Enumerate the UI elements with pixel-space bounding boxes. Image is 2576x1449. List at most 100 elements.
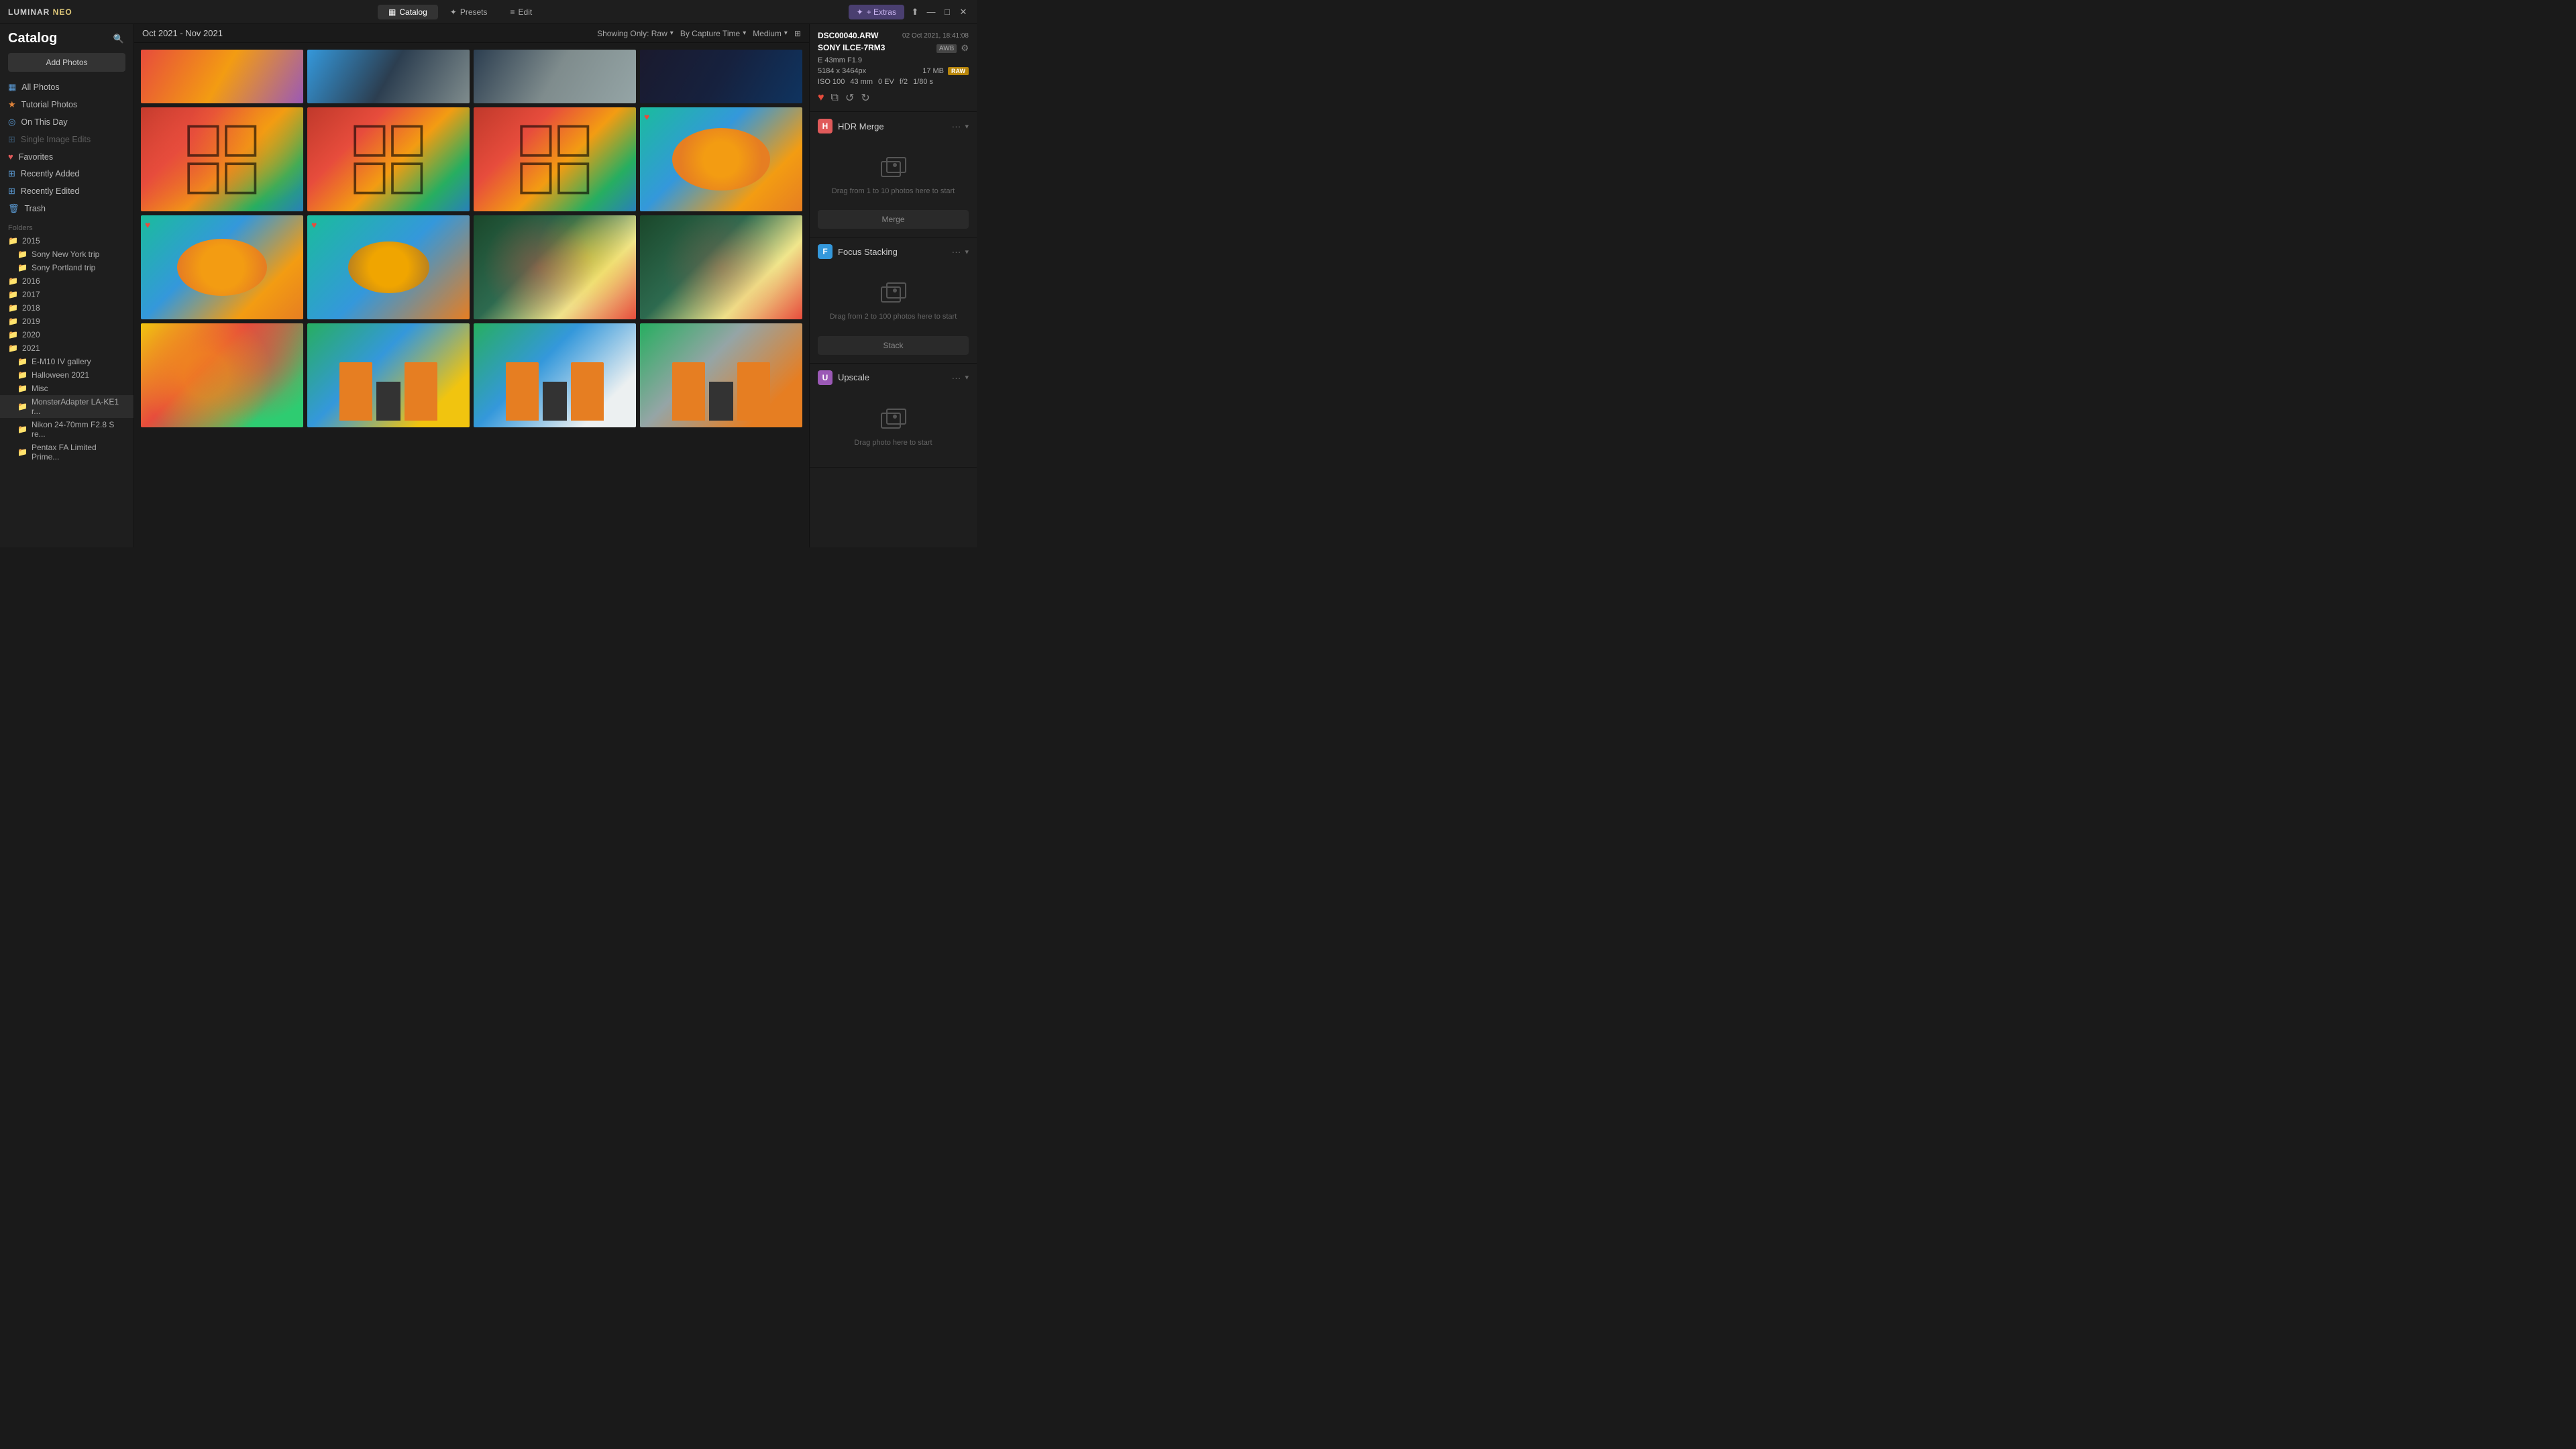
hdr-merge-header[interactable]: H HDR Merge ··· ▾ bbox=[810, 112, 977, 140]
sidebar-item-recently-added[interactable]: ⊞ Recently Added bbox=[0, 165, 133, 182]
showing-filter[interactable]: Showing Only: Raw ▾ bbox=[597, 29, 674, 38]
focus-stacking-name: Focus Stacking bbox=[838, 247, 946, 257]
photo-cell[interactable] bbox=[141, 323, 303, 427]
photo-cell[interactable] bbox=[307, 107, 470, 211]
folder-nikon[interactable]: 📁 Nikon 24-70mm F2.8 S re... bbox=[0, 418, 133, 441]
upscale-drop-zone[interactable]: Drag photo here to start bbox=[818, 397, 969, 459]
photo-cell[interactable]: ♥ bbox=[307, 215, 470, 319]
folder-2020[interactable]: 📁 2020 bbox=[0, 328, 133, 341]
folder-icon: 📁 bbox=[8, 317, 18, 326]
photo-cell[interactable]: ♥ bbox=[141, 215, 303, 319]
folder-2016[interactable]: 📁 2016 bbox=[0, 274, 133, 288]
upscale-ellipsis-icon[interactable]: ··· bbox=[951, 372, 961, 383]
folder-2021[interactable]: 📁 2021 bbox=[0, 341, 133, 355]
maximize-button[interactable]: □ bbox=[942, 7, 953, 17]
sidebar-item-tutorial-photos[interactable]: ★ Tutorial Photos bbox=[0, 96, 133, 113]
focus-ellipsis-icon[interactable]: ··· bbox=[951, 246, 961, 257]
photo-cell[interactable] bbox=[474, 50, 636, 103]
folder-em10[interactable]: 📁 E-M10 IV gallery bbox=[0, 355, 133, 368]
photo-cell[interactable] bbox=[474, 323, 636, 427]
recently-added-label: Recently Added bbox=[21, 169, 80, 178]
folder-sony-portland[interactable]: 📁 Sony Portland trip bbox=[0, 261, 133, 274]
size-chevron-icon: ▾ bbox=[784, 30, 788, 37]
folder-2019[interactable]: 📁 2019 bbox=[0, 315, 133, 328]
nav-presets[interactable]: ✦ Presets bbox=[439, 5, 498, 19]
folder-pentax[interactable]: 📁 Pentax FA Limited Prime... bbox=[0, 441, 133, 464]
presets-icon: ✦ bbox=[450, 7, 457, 17]
layout-toggle[interactable]: ⊞ bbox=[794, 29, 801, 38]
photo-cell[interactable] bbox=[307, 323, 470, 427]
focus-stacking-body: Drag from 2 to 100 photos here to start … bbox=[810, 266, 977, 362]
upscale-chevron-icon[interactable]: ▾ bbox=[965, 373, 969, 382]
folder-2017[interactable]: 📁 2017 bbox=[0, 288, 133, 301]
folder-icon: 📁 bbox=[8, 236, 18, 246]
edit-icon: ≡ bbox=[511, 7, 515, 17]
folder-icon: 📁 bbox=[17, 263, 28, 272]
focus-chevron-icon[interactable]: ▾ bbox=[965, 248, 969, 256]
photo-cell[interactable] bbox=[640, 323, 802, 427]
folder-monster-adapter[interactable]: 📁 MonsterAdapter LA-KE1 r... bbox=[0, 395, 133, 418]
folder-2018[interactable]: 📁 2018 bbox=[0, 301, 133, 315]
upscale-header[interactable]: U Upscale ··· ▾ bbox=[810, 364, 977, 392]
camera-settings-icon[interactable]: ⚙ bbox=[961, 43, 969, 54]
nav-edit[interactable]: ≡ Edit bbox=[500, 5, 543, 19]
plus-icon: ✦ bbox=[857, 7, 863, 17]
hdr-chevron-icon[interactable]: ▾ bbox=[965, 122, 969, 131]
nav-presets-label: Presets bbox=[460, 7, 488, 17]
content-area: Oct 2021 - Nov 2021 Showing Only: Raw ▾ … bbox=[134, 24, 809, 547]
focus-stacking-header[interactable]: F Focus Stacking ··· ▾ bbox=[810, 237, 977, 266]
sidebar-item-all-photos[interactable]: ▦ All Photos bbox=[0, 78, 133, 96]
folder-2015[interactable]: 📁 2015 bbox=[0, 234, 133, 248]
hdr-ellipsis-icon[interactable]: ··· bbox=[951, 121, 961, 131]
folder-sony-new-york[interactable]: 📁 Sony New York trip bbox=[0, 248, 133, 261]
hdr-merge-button[interactable]: Merge bbox=[818, 210, 969, 229]
folders-section-label: Folders bbox=[0, 217, 133, 234]
favorite-toggle[interactable]: ♥ bbox=[818, 92, 824, 104]
date-range: Oct 2021 - Nov 2021 bbox=[142, 28, 223, 38]
photo-cell[interactable] bbox=[307, 50, 470, 103]
folder-icon: 📁 bbox=[8, 290, 18, 299]
focus-stack-button[interactable]: Stack bbox=[818, 336, 969, 355]
close-button[interactable]: ✕ bbox=[958, 7, 969, 17]
photo-cell[interactable] bbox=[474, 215, 636, 319]
awb-badge: AWB bbox=[936, 44, 957, 53]
on-this-day-icon: ◎ bbox=[8, 117, 15, 127]
photo-cell[interactable]: ♥ bbox=[640, 107, 802, 211]
folder-2017-label: 2017 bbox=[22, 290, 40, 299]
folder-icon: 📁 bbox=[17, 447, 28, 457]
share-button[interactable]: ⬆ bbox=[910, 7, 920, 17]
photo-cell[interactable] bbox=[474, 107, 636, 211]
folder-misc[interactable]: 📁 Misc bbox=[0, 382, 133, 395]
ev: 0 EV bbox=[878, 78, 894, 86]
sidebar-item-trash[interactable]: 🗑 Trash bbox=[0, 200, 133, 217]
sidebar-title: Catalog bbox=[8, 31, 57, 46]
folder-2016-label: 2016 bbox=[22, 276, 40, 286]
sort-filter[interactable]: By Capture Time ▾ bbox=[680, 29, 746, 38]
file-info: DSC00040.ARW 02 Oct 2021, 18:41:08 SONY … bbox=[810, 24, 977, 112]
main-nav: ▦ Catalog ✦ Presets ≡ Edit bbox=[378, 5, 543, 19]
nav-catalog[interactable]: ▦ Catalog bbox=[378, 5, 438, 19]
sidebar-item-favorites[interactable]: ♥ Favorites bbox=[0, 148, 133, 165]
focus-drop-zone[interactable]: Drag from 2 to 100 photos here to start bbox=[818, 271, 969, 333]
folder-halloween[interactable]: 📁 Halloween 2021 bbox=[0, 368, 133, 382]
compare-icon[interactable]: ⧉ bbox=[831, 92, 839, 104]
photo-cell[interactable] bbox=[141, 50, 303, 103]
photo-cell[interactable] bbox=[640, 50, 802, 103]
photo-cell[interactable] bbox=[141, 107, 303, 211]
iso: ISO 100 bbox=[818, 78, 845, 86]
photo-row-2: ♥ ♥ bbox=[141, 215, 802, 319]
photo-row-1: ♥ bbox=[141, 107, 802, 211]
camera-model: SONY ILCE-7RM3 bbox=[818, 43, 885, 52]
rotate-left-icon[interactable]: ↺ bbox=[845, 91, 854, 105]
search-button[interactable]: 🔍 bbox=[112, 32, 125, 46]
hdr-drop-zone[interactable]: Drag from 1 to 10 photos here to start bbox=[818, 146, 969, 207]
add-photos-button[interactable]: Add Photos bbox=[8, 53, 125, 72]
photo-cell[interactable] bbox=[640, 215, 802, 319]
minimize-button[interactable]: — bbox=[926, 7, 936, 17]
extras-button[interactable]: ✦ + Extras bbox=[849, 5, 904, 19]
rotate-right-icon[interactable]: ↻ bbox=[861, 91, 869, 105]
sidebar-item-recently-edited[interactable]: ⊞ Recently Edited bbox=[0, 182, 133, 200]
size-filter[interactable]: Medium ▾ bbox=[753, 29, 788, 38]
folder-2018-label: 2018 bbox=[22, 303, 40, 313]
sidebar-item-on-this-day[interactable]: ◎ On This Day bbox=[0, 113, 133, 131]
